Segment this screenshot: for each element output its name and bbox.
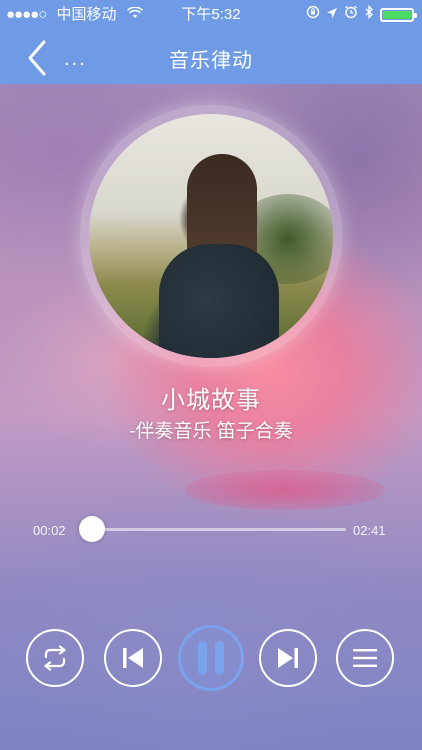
- battery-icon: [380, 8, 417, 22]
- total-time: 02:41: [353, 523, 386, 538]
- top-bar: ●●●●○ 中国移动 下午5:32 ... 音乐律动: [0, 0, 422, 84]
- previous-button[interactable]: [104, 629, 162, 687]
- next-icon: [278, 648, 298, 668]
- lantern-glow: [185, 470, 385, 510]
- rotation-lock-icon: [306, 0, 320, 30]
- next-button[interactable]: [259, 629, 317, 687]
- pause-button[interactable]: [178, 625, 244, 691]
- status-bar: ●●●●○ 中国移动 下午5:32: [0, 0, 422, 30]
- alarm-icon: [344, 0, 358, 30]
- album-art: [89, 114, 333, 358]
- previous-icon: [123, 648, 143, 668]
- repeat-icon: [44, 645, 66, 671]
- bluetooth-icon: [364, 0, 374, 30]
- repeat-button[interactable]: [26, 629, 84, 687]
- current-time: 00:02: [33, 523, 66, 538]
- song-subtitle: -伴奏音乐 笛子合奏: [129, 421, 293, 442]
- page-title: 音乐律动: [169, 50, 253, 72]
- status-right: [306, 0, 417, 30]
- pause-icon: [198, 641, 207, 675]
- song-title: 小城故事: [161, 387, 261, 414]
- navigation-bar: ... 音乐律动: [0, 30, 422, 84]
- playlist-icon: [353, 649, 377, 667]
- progress-track[interactable]: [89, 528, 346, 531]
- location-icon: [326, 0, 338, 30]
- playlist-button[interactable]: [336, 629, 394, 687]
